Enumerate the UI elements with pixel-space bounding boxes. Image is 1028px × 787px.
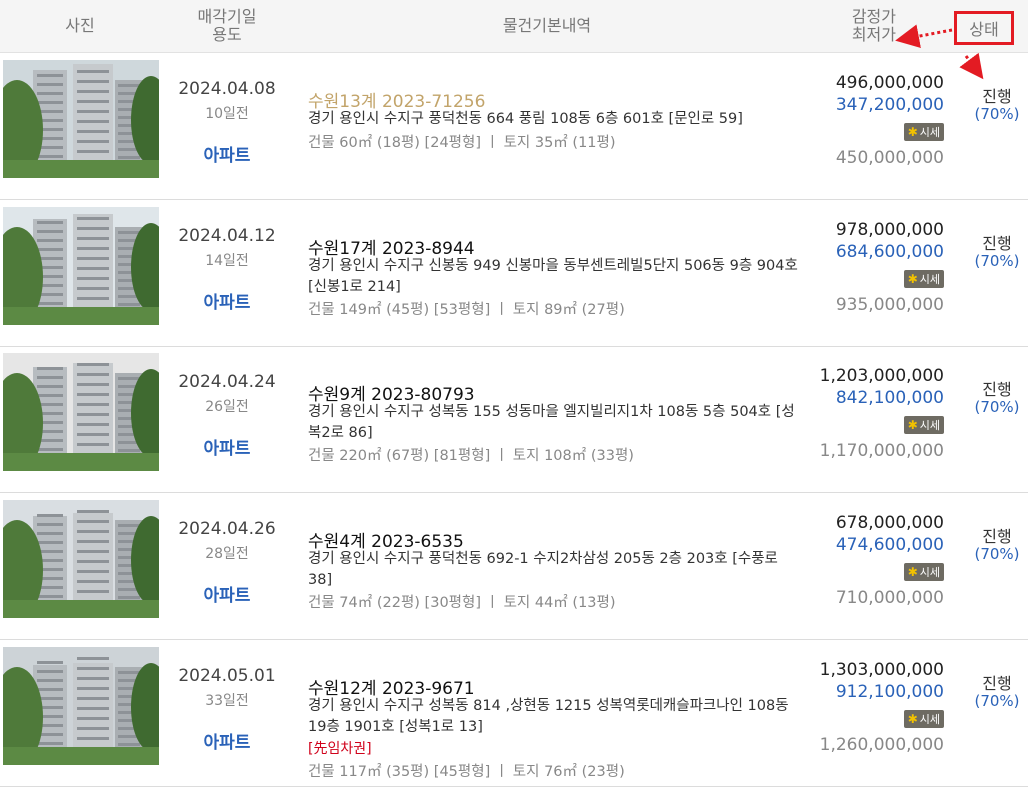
star-icon: ✱: [907, 565, 918, 579]
days-ago: 28일전: [205, 546, 249, 562]
header-minimum-label: 최저가: [851, 25, 896, 44]
property-type-link[interactable]: 아파트: [160, 728, 294, 753]
property-address: 경기 용인시 수지구 풍덕천동 692-1 수지2차삼성 205동 2층 203…: [308, 551, 778, 588]
minimum-price: 474,600,000: [835, 535, 944, 555]
status-text: 진행: [982, 527, 1012, 546]
property-address: 경기 용인시 수지구 성복동 155 성동마을 엘지빌리지1차 108동 5층 …: [308, 404, 795, 441]
market-price-button[interactable]: ✱ 시세: [903, 563, 944, 581]
status-rate: (70%): [974, 692, 1020, 710]
status-rate: (70%): [974, 252, 1020, 270]
property-photo[interactable]: [3, 60, 159, 178]
appraisal-price: 678,000,000: [835, 513, 944, 533]
minimum-price: 912,100,000: [835, 682, 944, 702]
area-info: 건물 220㎡ (67평) [81평형] ㅣ 토지 108㎡ (33평): [308, 448, 634, 464]
days-ago: 14일전: [205, 253, 249, 269]
minimum-price: 684,600,000: [835, 242, 944, 262]
property-type-link[interactable]: 아파트: [160, 288, 294, 313]
appraisal-price: 1,303,000,000: [819, 660, 944, 680]
table-row[interactable]: 2024.04.24 26일전 아파트 수원9계 2023-80793 경기 용…: [0, 346, 1028, 493]
status-rate: (70%): [974, 105, 1020, 123]
header-appraisal-label: 감정가: [851, 7, 896, 26]
table-row[interactable]: 2024.04.08 10일전 아파트 수원13계 2023-71256 경기 …: [0, 53, 1028, 200]
market-price-label: 시세: [919, 273, 940, 286]
property-address: 경기 용인시 수지구 신봉동 949 신봉마을 동부센트레빌5단지 506동 9…: [308, 258, 798, 295]
market-price: 450,000,000: [835, 148, 944, 168]
market-price-button[interactable]: ✱ 시세: [903, 270, 944, 288]
area-info: 건물 60㎡ (18평) [24평형] ㅣ 토지 35㎡ (11평): [308, 135, 616, 151]
table-row[interactable]: 2024.04.26 28일전 아파트 수원4계 2023-6535 경기 용인…: [0, 493, 1028, 640]
property-address: 경기 용인시 수지구 성복동 814 ,상현동 1215 성복역롯데캐슬파크나인…: [308, 698, 789, 735]
property-type-link[interactable]: 아파트: [160, 434, 294, 459]
table-row[interactable]: 2024.05.01 33일전 아파트 수원12계 2023-9671 경기 용…: [0, 640, 1028, 787]
header-type-label: 용도: [212, 25, 242, 44]
market-price: 935,000,000: [835, 295, 944, 315]
days-ago: 26일전: [205, 399, 249, 415]
sale-date: 2024.05.01: [178, 666, 276, 686]
area-info: 건물 149㎡ (45평) [53평형] ㅣ 토지 89㎡ (27평): [308, 302, 625, 318]
header-date-label: 매각기일: [197, 7, 257, 26]
property-photo[interactable]: [3, 647, 159, 765]
market-price: 1,260,000,000: [819, 735, 944, 755]
minimum-price: 347,200,000: [835, 95, 944, 115]
property-type-link[interactable]: 아파트: [160, 141, 294, 166]
property-type-link[interactable]: 아파트: [160, 581, 294, 606]
market-price-label: 시세: [919, 126, 940, 139]
star-icon: ✱: [907, 125, 918, 139]
market-price: 710,000,000: [835, 588, 944, 608]
header-status-label: 상태: [969, 20, 999, 39]
status-text: 진행: [982, 380, 1012, 399]
minimum-price: 842,100,000: [835, 388, 944, 408]
market-price-label: 시세: [919, 419, 940, 432]
status-rate: (70%): [974, 545, 1020, 563]
market-price-button[interactable]: ✱ 시세: [903, 710, 944, 728]
sale-date: 2024.04.26: [178, 519, 276, 539]
header-status[interactable]: 상태: [954, 11, 1014, 45]
days-ago: 10일전: [205, 106, 249, 122]
market-price-button[interactable]: ✱ 시세: [903, 416, 944, 434]
property-photo[interactable]: [3, 353, 159, 471]
header-basic-info: 물건기본내역: [300, 0, 794, 52]
status-text: 진행: [982, 87, 1012, 106]
star-icon: ✱: [907, 418, 918, 432]
header-price[interactable]: 감정가 최저가: [800, 0, 942, 52]
table-row[interactable]: 2024.04.12 14일전 아파트 수원17계 2023-8944 경기 용…: [0, 200, 1028, 347]
lien-tag: [先임차권]: [308, 741, 372, 757]
market-price-label: 시세: [919, 566, 940, 579]
appraisal-price: 496,000,000: [835, 73, 944, 93]
header-photo: 사진: [0, 0, 160, 52]
market-price-label: 시세: [919, 713, 940, 726]
header-basic-label: 물건기본내역: [502, 16, 592, 35]
header-photo-label: 사진: [65, 16, 95, 35]
sale-date: 2024.04.12: [178, 226, 276, 246]
market-price: 1,170,000,000: [819, 441, 944, 461]
days-ago: 33일전: [205, 693, 249, 709]
appraisal-price: 978,000,000: [835, 220, 944, 240]
status-text: 진행: [982, 674, 1012, 693]
star-icon: ✱: [907, 272, 918, 286]
table-header: 사진 매각기일 용도 물건기본내역 감정가 최저가 상태: [0, 0, 1028, 53]
star-icon: ✱: [907, 712, 918, 726]
area-info: 건물 117㎡ (35평) [45평형] ㅣ 토지 76㎡ (23평): [308, 764, 625, 780]
sale-date: 2024.04.24: [178, 372, 276, 392]
appraisal-price: 1,203,000,000: [819, 366, 944, 386]
property-photo[interactable]: [3, 207, 159, 325]
status-text: 진행: [982, 234, 1012, 253]
property-address: 경기 용인시 수지구 풍덕천동 664 풍림 108동 6층 601호 [문인로…: [308, 111, 743, 127]
property-photo[interactable]: [3, 500, 159, 618]
market-price-button[interactable]: ✱ 시세: [903, 123, 944, 141]
area-info: 건물 74㎡ (22평) [30평형] ㅣ 토지 44㎡ (13평): [308, 595, 616, 611]
status-rate: (70%): [974, 398, 1020, 416]
sale-date: 2024.04.08: [178, 79, 276, 99]
header-date-type[interactable]: 매각기일 용도: [160, 0, 294, 52]
